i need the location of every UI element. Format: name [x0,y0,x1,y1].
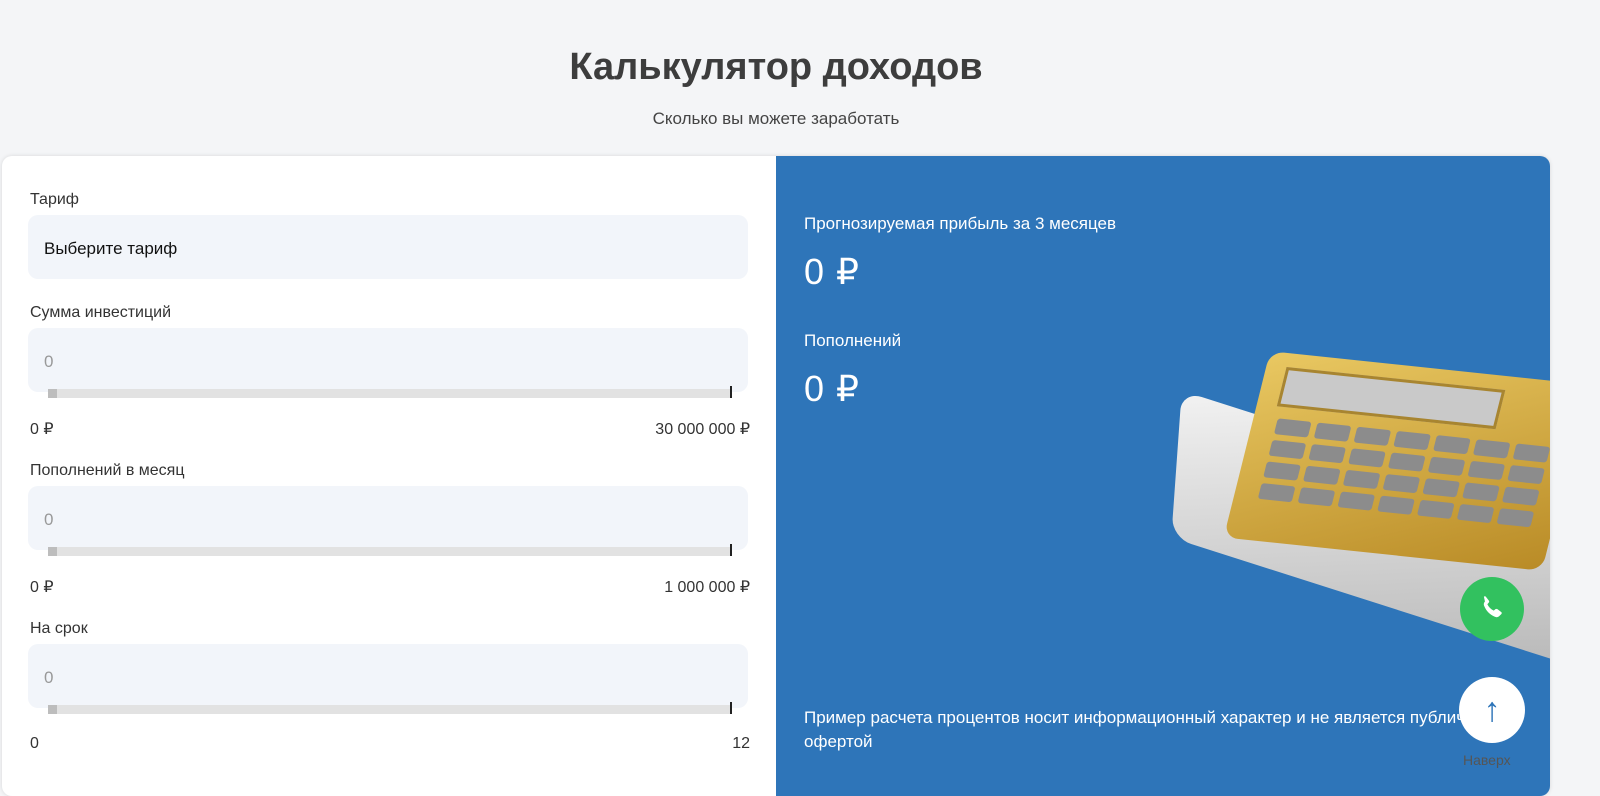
investment-max: 30 000 000 ₽ [655,421,750,438]
whatsapp-icon [1483,596,1502,618]
slider-thumb[interactable] [48,705,57,714]
term-max: 12 [732,735,750,752]
calculator-image [1223,351,1550,571]
monthly-slider[interactable] [48,544,732,556]
investment-input[interactable]: 0 [28,328,748,392]
monthly-label: Пополнений в месяц [30,462,185,479]
page-subtitle: Сколько вы можете заработать [652,109,900,128]
calculator-form: Тариф Выберите тариф Сумма инвестиций 0 … [2,156,776,796]
investment-slider[interactable] [48,386,732,398]
back-to-top-button[interactable]: ↑ [1459,677,1525,743]
slider-thumb[interactable] [48,389,57,398]
slider-thumb[interactable] [48,547,57,556]
profit-value: 0 ₽ [804,251,860,292]
monthly-max: 1 000 000 ₽ [664,579,750,596]
slider-end [730,702,732,714]
arrow-up-icon: ↑ [1483,690,1501,729]
page-title: Калькулятор доходов [569,46,983,88]
calculator-card: Тариф Выберите тариф Сумма инвестиций 0 … [2,156,1550,796]
investment-min: 0 ₽ [30,421,54,438]
result-panel: Прогнозируемая прибыль за 3 месяцев 0 ₽ … [776,156,1550,796]
tariff-label: Тариф [30,191,79,208]
investment-label: Сумма инвестиций [30,304,172,321]
term-min: 0 [30,735,39,752]
topups-value: 0 ₽ [804,368,860,409]
term-label: На срок [30,620,88,637]
monthly-min: 0 ₽ [30,579,54,596]
whatsapp-button[interactable] [1460,577,1524,641]
back-to-top-label: Наверх [1463,752,1511,768]
slider-end [730,386,732,398]
monthly-input[interactable]: 0 [28,486,748,550]
topups-label: Пополнений [804,331,902,350]
profit-label: Прогнозируемая прибыль за 3 месяцев [804,214,1117,233]
term-slider[interactable] [48,702,732,714]
term-input[interactable]: 0 [28,644,748,708]
tariff-select[interactable]: Выберите тариф [28,215,748,279]
disclaimer: Пример расчета процентов носит информаци… [804,708,1494,751]
slider-end [730,544,732,556]
